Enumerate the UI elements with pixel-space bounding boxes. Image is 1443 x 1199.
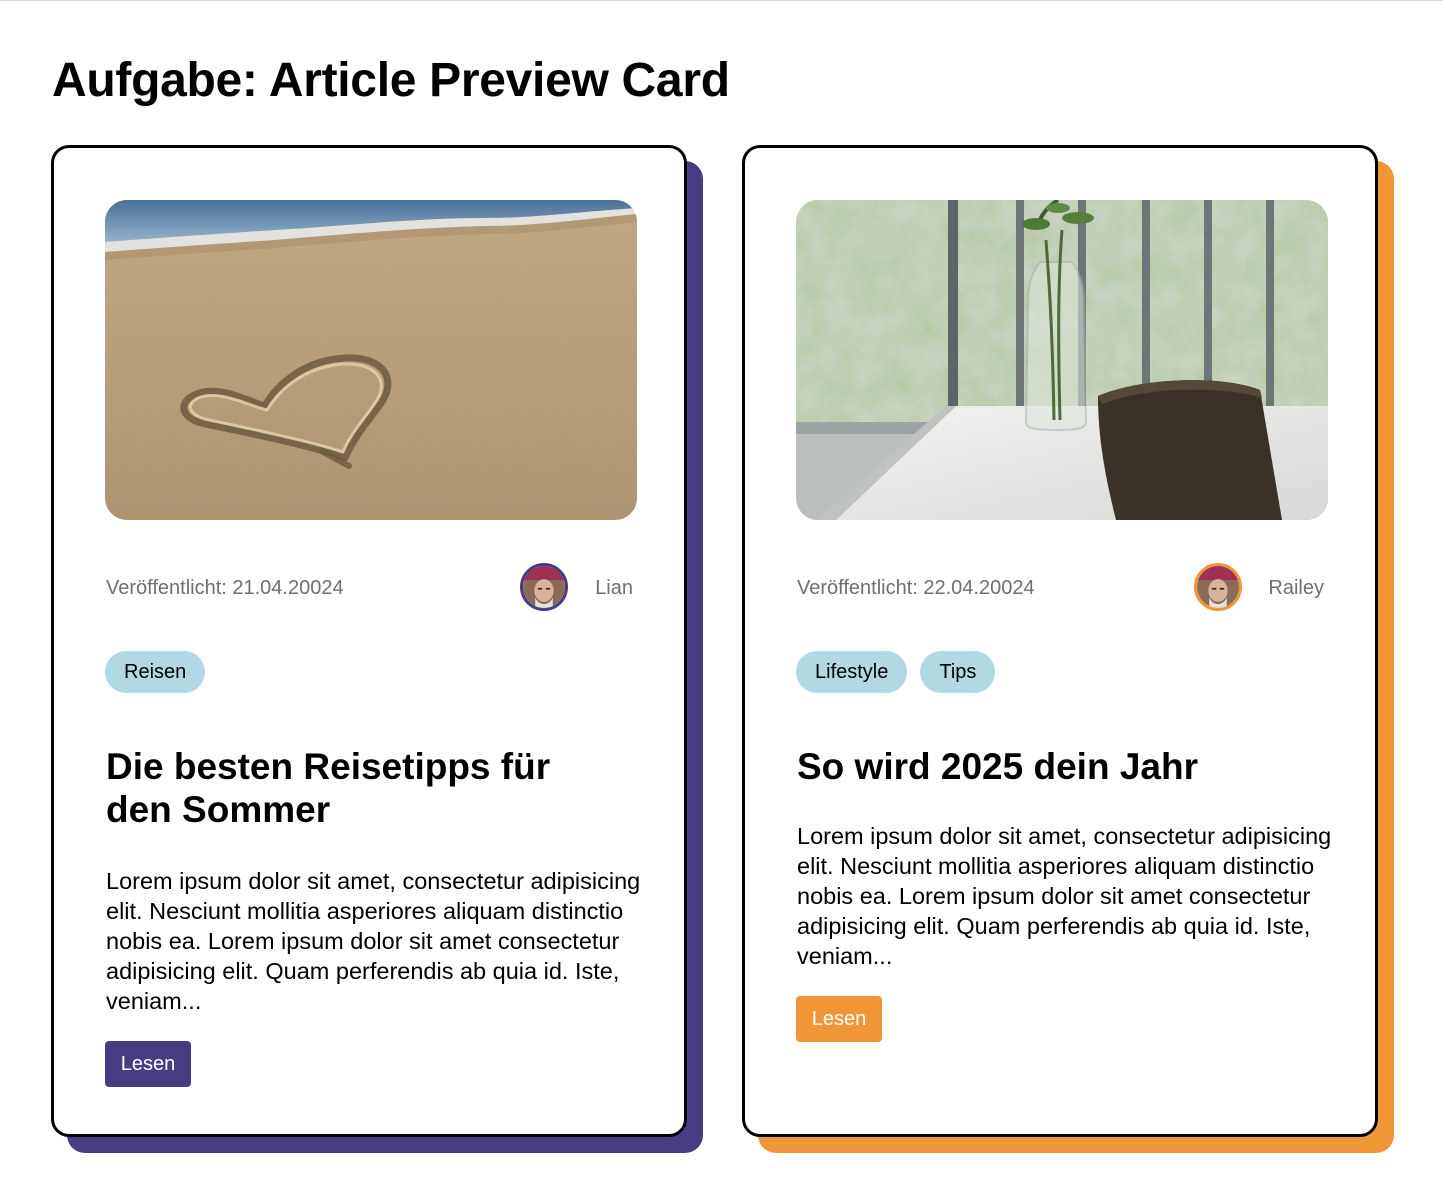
author-avatar [520, 563, 568, 611]
article-title: So wird 2025 dein Jahr [797, 746, 1198, 787]
article-card-travel: Veröffentlicht: 21.04.20024 Lian Reisen … [51, 145, 687, 1137]
tag-list: Lifestyle Tips [796, 651, 996, 693]
article-excerpt: Lorem ipsum dolor sit amet, consectetur … [797, 823, 1332, 969]
article-title: Die besten Reisetipps für den Sommer [106, 746, 551, 830]
tag-list: Reisen [105, 651, 206, 693]
author-name: Railey [1268, 577, 1324, 599]
tag-tips[interactable]: Tips [920, 651, 996, 693]
author-avatar [1194, 563, 1242, 611]
tag-lifestyle[interactable]: Lifestyle [796, 651, 908, 693]
read-button[interactable]: Lesen [105, 1041, 191, 1087]
publish-date: Veröffentlicht: 22.04.20024 [797, 577, 1035, 599]
top-divider [0, 0, 1443, 1]
article-image-vase-on-table [796, 200, 1328, 520]
article-card-lifestyle: Veröffentlicht: 22.04.20024 Railey Lifes… [742, 145, 1378, 1137]
article-excerpt: Lorem ipsum dolor sit amet, consectetur … [106, 868, 641, 1014]
read-button[interactable]: Lesen [796, 996, 882, 1042]
tag-reisen[interactable]: Reisen [105, 651, 206, 693]
article-image-heart-in-sand [105, 200, 637, 520]
publish-date: Veröffentlicht: 21.04.20024 [106, 577, 344, 599]
author-name: Lian [595, 577, 633, 599]
page-title: Aufgabe: Article Preview Card [52, 54, 730, 107]
